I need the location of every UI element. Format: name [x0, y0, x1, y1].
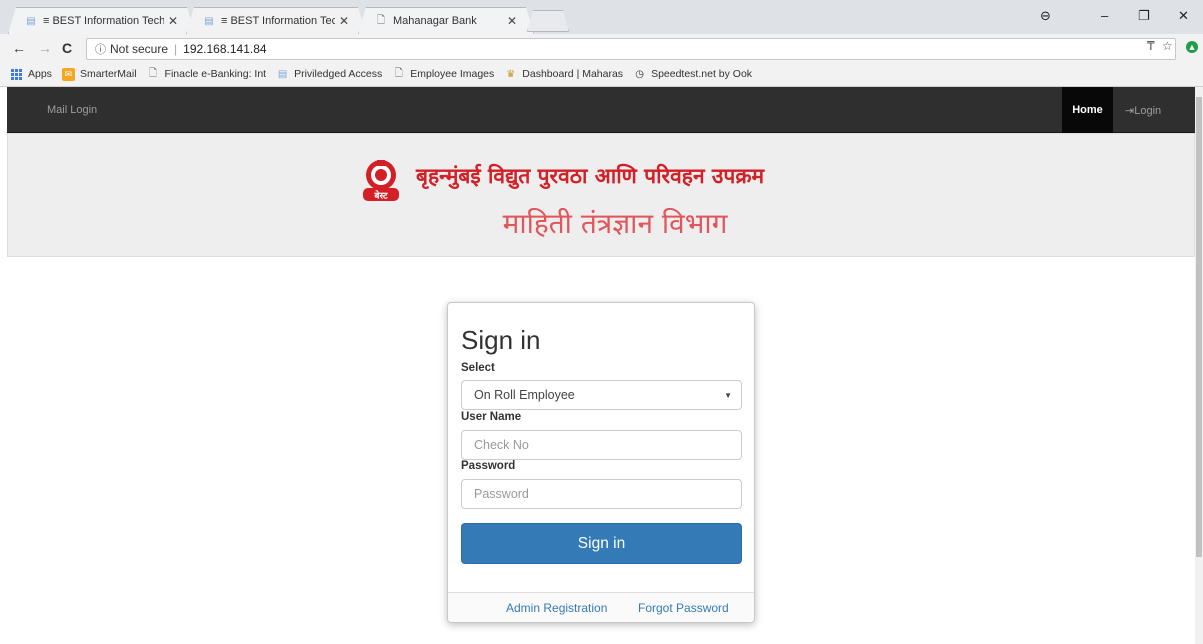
bookmark-label: Apps [28, 68, 52, 80]
tab-title: Mahanagar Bank [393, 15, 477, 27]
bookmark-finacle[interactable]: 🗋 Finacle e-Banking: Int [147, 67, 267, 81]
password-input[interactable]: Password [461, 479, 742, 509]
back-icon[interactable]: ← [12, 40, 26, 56]
divider: | [174, 42, 178, 56]
address-bar[interactable]: ⓘ Not secure | 192.168.141.84 [86, 38, 1176, 60]
browser-tab[interactable]: 🗋 Mahanagar Bank ✕ [358, 7, 534, 34]
doc-icon: 🗋 [394, 67, 403, 79]
logo-text: बेस्ट [373, 190, 388, 202]
bookmark-star-icon[interactable]: ☆ [1162, 39, 1173, 53]
mail-login-link[interactable]: Mail Login [47, 104, 97, 116]
tab-title: ≡ BEST Information Techn [221, 15, 335, 27]
bookmark-employee-images[interactable]: 🗋 Employee Images [392, 67, 495, 81]
signin-panel: Sign in Select On Roll Employee ▼ User N… [447, 302, 755, 623]
signin-heading: Sign in [461, 325, 541, 355]
extension-green-icon[interactable]: ▲ [1186, 41, 1198, 53]
bookmark-speedtest[interactable]: ◷ Speedtest.net by Ook [633, 68, 752, 81]
top-navbar: Mail Login Home ⇥Login [7, 87, 1195, 133]
bookmark-dashboard[interactable]: ♛ Dashboard | Maharas [504, 68, 623, 81]
page-icon: ▤ [277, 68, 288, 80]
url-text: 192.168.141.84 [183, 42, 267, 56]
signin-button[interactable]: Sign in [461, 523, 742, 564]
security-status: Not secure [110, 42, 169, 56]
tab-close-icon[interactable]: ✕ [168, 14, 178, 28]
tab-title: ≡ BEST Information Techn [43, 15, 164, 27]
bookmark-label: Speedtest.net by Ook [651, 68, 753, 80]
signin-footer: Admin Registration Forgot Password [448, 592, 754, 622]
login-icon: ⇥ [1125, 105, 1135, 117]
apps-grid-icon [10, 68, 23, 81]
bookmark-smartermail[interactable]: ✉ SmarterMail [61, 67, 137, 81]
username-placeholder: Check No [474, 438, 529, 452]
page-icon: ▤ [204, 15, 214, 27]
bookmark-label: SmarterMail [79, 68, 137, 80]
speedometer-icon: ◷ [635, 68, 644, 80]
doc-icon: 🗋 [149, 67, 158, 79]
employee-type-select[interactable]: On Roll Employee ▼ [461, 380, 742, 410]
department-name-marathi: माहिती तंत्रज्ञान विभाग [502, 207, 728, 240]
browser-tab-active[interactable]: ▤ ≡ BEST Information Techn ✕ [186, 7, 366, 34]
username-input[interactable]: Check No [461, 430, 742, 460]
password-placeholder: Password [474, 487, 529, 501]
doc-icon: 🗋 [376, 14, 386, 26]
bookmark-privileged-access[interactable]: ▤ Priviledged Access [276, 68, 382, 81]
minimize-icon[interactable]: – [1101, 8, 1108, 23]
page-icon: ▤ [26, 15, 36, 27]
nav-login-label: Login [1134, 105, 1162, 117]
chevron-down-icon: ▼ [724, 391, 732, 400]
page-scrollbar[interactable] [1195, 87, 1203, 644]
reload-icon[interactable]: C [62, 40, 72, 56]
select-value: On Roll Employee [474, 388, 575, 402]
new-tab-button[interactable] [527, 10, 569, 32]
tab-close-icon[interactable]: ✕ [339, 14, 349, 28]
username-label: User Name [461, 411, 522, 423]
nav-home[interactable]: Home [1062, 87, 1113, 133]
bookmark-label: Finacle e-Banking: Int [164, 68, 267, 80]
browser-tab-strip: ▤ ≡ BEST Information Techn ✕ ▤ ≡ BEST In… [0, 0, 1203, 34]
nav-login[interactable]: ⇥Login [1125, 104, 1161, 117]
header-banner: बेस्ट बृहन्मुंबई विद्युत पुरवठा आणि परिव… [7, 133, 1195, 257]
close-window-icon[interactable]: ✕ [1178, 8, 1189, 24]
mail-icon: ✉ [61, 67, 75, 81]
bookmark-apps[interactable]: Apps [10, 68, 52, 81]
bookmark-label: Dashboard | Maharas [522, 68, 624, 80]
bookmark-label: Employee Images [410, 68, 495, 80]
emblem-icon: ♛ [506, 68, 516, 80]
browser-tab[interactable]: ▤ ≡ BEST Information Techn ✕ [8, 7, 195, 34]
forward-icon[interactable]: → [38, 40, 52, 56]
bookmarks-bar: Apps ✉ SmarterMail 🗋 Finacle e-Banking: … [0, 62, 1203, 87]
admin-registration-link[interactable]: Admin Registration [506, 601, 607, 615]
profile-icon[interactable]: ⊖ [1040, 8, 1051, 24]
extension-icon[interactable]: ₸ [1147, 39, 1155, 53]
restore-icon[interactable]: ❐ [1138, 8, 1150, 24]
info-icon[interactable]: ⓘ [95, 41, 106, 57]
org-name-marathi: बृहन्मुंबई विद्युत पुरवठा आणि परिवहन उपक… [416, 164, 765, 188]
best-logo-icon: बेस्ट [363, 160, 399, 202]
tab-close-icon[interactable]: ✕ [507, 14, 517, 28]
forgot-password-link[interactable]: Forgot Password [638, 601, 729, 615]
password-label: Password [461, 460, 516, 472]
bookmark-label: Priviledged Access [294, 68, 383, 80]
select-label: Select [461, 362, 495, 374]
scrollbar-thumb[interactable] [1196, 97, 1202, 557]
